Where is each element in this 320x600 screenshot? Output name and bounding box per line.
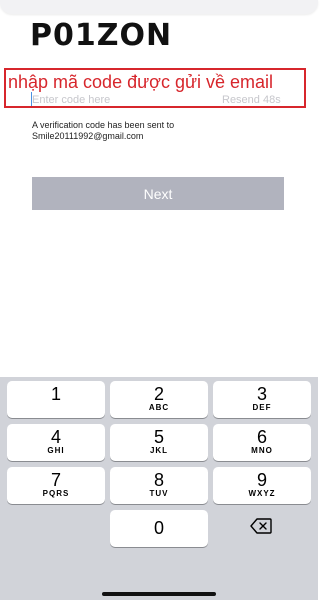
- key-digit: 5: [153, 427, 164, 447]
- key-digit: 9: [256, 470, 267, 490]
- key-0[interactable]: 0: [110, 510, 208, 547]
- app-logo: P01ZON: [30, 18, 173, 53]
- key-digit: 3: [256, 384, 267, 404]
- next-button[interactable]: Next: [32, 177, 284, 210]
- key-digit: 7: [50, 470, 61, 490]
- key-digit: 2: [153, 384, 164, 404]
- key-digit: 0: [153, 518, 164, 538]
- verification-info: A verification code has been sent to Smi…: [32, 120, 262, 142]
- key-letters: GHI: [47, 446, 65, 455]
- key-letters: ABC: [148, 403, 170, 412]
- annotation-text: nhập mã code được gửi về email: [8, 72, 274, 92]
- key-digit: 8: [153, 470, 164, 490]
- info-text: A verification code has been sent to: [32, 120, 175, 130]
- key-6[interactable]: 6 MNO: [213, 424, 311, 461]
- key-1[interactable]: 1: [7, 381, 105, 418]
- key-5[interactable]: 5 JKL: [110, 424, 208, 461]
- key-2[interactable]: 2 ABC: [110, 381, 208, 418]
- top-sheet-edge: [0, 0, 318, 14]
- key-9[interactable]: 9 WXYZ: [213, 467, 311, 504]
- key-digit: 1: [50, 384, 61, 404]
- resend-button[interactable]: Resend 48s: [222, 94, 281, 106]
- key-letters: WXYZ: [248, 489, 276, 498]
- key-letters: MNO: [251, 446, 273, 455]
- key-digit: 4: [50, 427, 61, 447]
- key-letters: JKL: [149, 446, 169, 455]
- key-8[interactable]: 8 TUV: [110, 467, 208, 504]
- info-email: Smile20111992@gmail.com: [32, 131, 144, 141]
- key-letters: TUV: [149, 489, 169, 498]
- key-7[interactable]: 7 PQRS: [7, 467, 105, 504]
- backspace-button[interactable]: [212, 510, 310, 547]
- key-3[interactable]: 3 DEF: [213, 381, 311, 418]
- key-4[interactable]: 4 GHI: [7, 424, 105, 461]
- code-input[interactable]: [32, 92, 182, 108]
- key-letters: DEF: [252, 403, 272, 412]
- backspace-icon: [250, 518, 272, 539]
- home-indicator: [102, 592, 216, 596]
- key-digit: 6: [256, 427, 267, 447]
- key-letters: PQRS: [42, 489, 70, 498]
